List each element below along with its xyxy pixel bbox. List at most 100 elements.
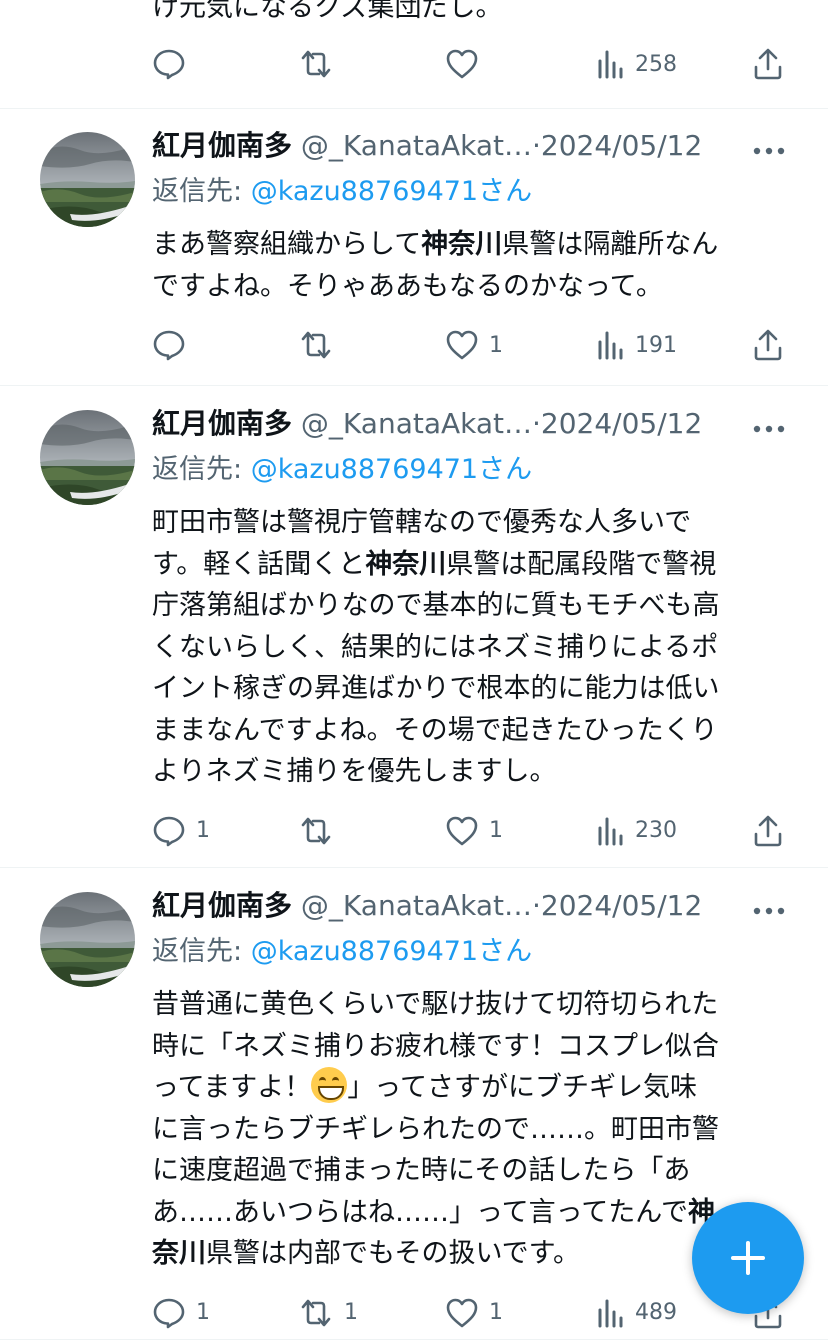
text-segment: ってますよ！: [152, 1072, 312, 1103]
heart-icon: [445, 48, 479, 80]
text-segment: 時に「ネズミ捕りお疲れ様です！コスプレ似合: [152, 1030, 719, 1062]
reply-button[interactable]: [152, 44, 196, 84]
tweet-text: 町田市警は警視庁管轄なので優秀な人多いです。軽く話聞くと神奈川県警は配属段階で警…: [152, 502, 792, 793]
like-button[interactable]: 1: [445, 1293, 503, 1333]
reply-context: 返信先: @kazu88769471さん: [152, 932, 532, 972]
reply-mention-link[interactable]: @kazu88769471さん: [251, 176, 532, 207]
more-options-icon[interactable]: [752, 141, 786, 155]
action-bar: 258: [0, 44, 828, 84]
bar-chart-icon: [597, 816, 625, 846]
user-handle[interactable]: @_KanataAkat…: [301, 129, 532, 162]
views-button[interactable]: 258: [597, 44, 677, 84]
bar-chart-icon: [597, 49, 625, 79]
text-segment: イント稼ぎの昇進ばかりで根本的に能力は低い: [152, 673, 720, 704]
tweet-date[interactable]: 2024/05/12: [541, 889, 702, 922]
tweet-text: け元気になるクズ集団だし。: [152, 0, 503, 23]
separator-dot: ·: [532, 889, 541, 922]
reply-button[interactable]: [152, 325, 196, 365]
heart-icon: [445, 329, 479, 361]
tweet[interactable]: 紅月伽南多 @_KanataAkat…·2024/05/12 返信先: @kazu…: [0, 108, 828, 386]
more-options-icon[interactable]: [752, 901, 786, 915]
text-segment: よりネズミ捕りを優先しますし。: [152, 756, 557, 787]
action-bar: 1 1 1 489: [0, 1293, 828, 1333]
text-line: ですよね。そりゃああもなるのかなって。: [152, 266, 792, 308]
retweet-icon: [298, 47, 334, 81]
text-segment: ままなんですよね。その場で起きたひったくり: [152, 714, 718, 746]
grinning-face-emoji-icon: [311, 1067, 348, 1103]
text-line: イント稼ぎの昇進ばかりで根本的に能力は低い: [152, 668, 792, 710]
reply-button[interactable]: 1: [152, 811, 210, 851]
reply-icon: [152, 47, 186, 81]
reply-icon: [152, 328, 186, 362]
highlighted-keyword: 神奈川: [421, 229, 503, 260]
share-button[interactable]: [752, 811, 784, 851]
share-icon: [752, 47, 784, 81]
text-line: に速度超過で捕まった時にその話したら「あ: [152, 1150, 792, 1192]
tweet-text: まあ警察組織からして神奈川県警は隔離所なんですよね。そりゃああもなるのかなって。: [152, 224, 792, 307]
retweet-button[interactable]: [298, 811, 344, 851]
tweet-date[interactable]: 2024/05/12: [541, 407, 702, 440]
text-segment: に言ったらブチギレられたので……。町田市警: [152, 1113, 719, 1145]
heart-icon: [445, 1297, 479, 1329]
views-count: 258: [635, 51, 677, 77]
action-bar: 1 1 230: [0, 811, 828, 851]
display-name[interactable]: 紅月伽南多: [152, 407, 292, 440]
avatar[interactable]: [40, 410, 135, 505]
share-button[interactable]: [752, 44, 784, 84]
tweet-header: 紅月伽南多 @_KanataAkat…·2024/05/12: [152, 124, 702, 168]
views-button[interactable]: 191: [597, 325, 677, 365]
text-segment: ですよね。そりゃああもなるのかなって。: [152, 270, 663, 302]
retweet-count: 1: [344, 1300, 358, 1325]
like-button[interactable]: [445, 44, 489, 84]
display-name[interactable]: 紅月伽南多: [152, 129, 292, 162]
text-line: ってますよ！ 」ってさすがにブチギレ気味: [152, 1067, 792, 1109]
highlighted-keyword: 奈川: [152, 1238, 206, 1269]
heart-icon: [445, 815, 479, 847]
retweet-icon: [298, 814, 334, 848]
reply-button[interactable]: 1: [152, 1293, 210, 1333]
tweet-header: 紅月伽南多 @_KanataAkat…·2024/05/12: [152, 402, 702, 446]
retweet-icon: [298, 328, 334, 362]
user-handle[interactable]: @_KanataAkat…: [301, 407, 532, 440]
retweet-button[interactable]: 1: [298, 1293, 358, 1333]
like-count: 1: [489, 332, 503, 358]
retweet-button[interactable]: [298, 44, 344, 84]
tweet[interactable]: 紅月伽南多 @_KanataAkat…·2024/05/12 返信先: @kazu…: [0, 386, 828, 868]
avatar[interactable]: [40, 132, 135, 227]
text-segment: 町田市警は警視庁管轄なので優秀な人多いで: [152, 507, 692, 538]
views-button[interactable]: 489: [597, 1293, 677, 1333]
bar-chart-icon: [597, 1298, 625, 1328]
separator-dot: ·: [532, 407, 541, 440]
text-segment: す。軽く話聞くと: [152, 548, 366, 580]
tweet-date[interactable]: 2024/05/12: [541, 129, 702, 162]
tweet-text: 昔普通に黄色くらいで駆け抜けて切符切られた 時に「ネズミ捕りお疲れ様です！コスプレ…: [152, 984, 792, 1275]
separator-dot: ·: [532, 129, 541, 162]
more-options-icon[interactable]: [752, 419, 786, 433]
text-segment: 庁落第組ばかりなので基本的に質もモチべも高: [152, 590, 720, 621]
text-segment: くないらしく、結果的にはネズミ捕りによるポ: [152, 631, 719, 663]
share-icon: [752, 814, 784, 848]
text-segment: まあ警察組織からして: [152, 229, 422, 260]
text-line: 時に「ネズミ捕りお疲れ様です！コスプレ似合: [152, 1026, 792, 1068]
avatar[interactable]: [40, 892, 135, 987]
partial-tweet[interactable]: け元気になるクズ集団だし。 258: [0, 0, 828, 109]
compose-button[interactable]: [692, 1202, 804, 1314]
like-count: 1: [489, 1300, 503, 1325]
like-button[interactable]: 1: [445, 325, 503, 365]
reply-icon: [152, 1296, 186, 1330]
display-name[interactable]: 紅月伽南多: [152, 889, 292, 922]
retweet-button[interactable]: [298, 325, 344, 365]
text-line: くないらしく、結果的にはネズミ捕りによるポ: [152, 627, 792, 669]
text-line: す。軽く話聞くと神奈川県警は配属段階で警視: [152, 544, 792, 586]
reply-mention-link[interactable]: @kazu88769471さん: [251, 454, 532, 485]
reply-prefix: 返信先:: [152, 176, 251, 207]
text-line: まあ警察組織からして神奈川県警は隔離所なん: [152, 224, 792, 266]
reply-mention-link[interactable]: @kazu88769471さん: [251, 936, 532, 967]
like-button[interactable]: 1: [445, 811, 503, 851]
share-button[interactable]: [752, 325, 784, 365]
views-button[interactable]: 230: [597, 811, 677, 851]
user-handle[interactable]: @_KanataAkat…: [301, 889, 532, 922]
tweet-header: 紅月伽南多 @_KanataAkat…·2024/05/12: [152, 884, 702, 928]
text-line: よりネズミ捕りを優先しますし。: [152, 751, 792, 793]
text-line: 庁落第組ばかりなので基本的に質もモチべも高: [152, 585, 792, 627]
